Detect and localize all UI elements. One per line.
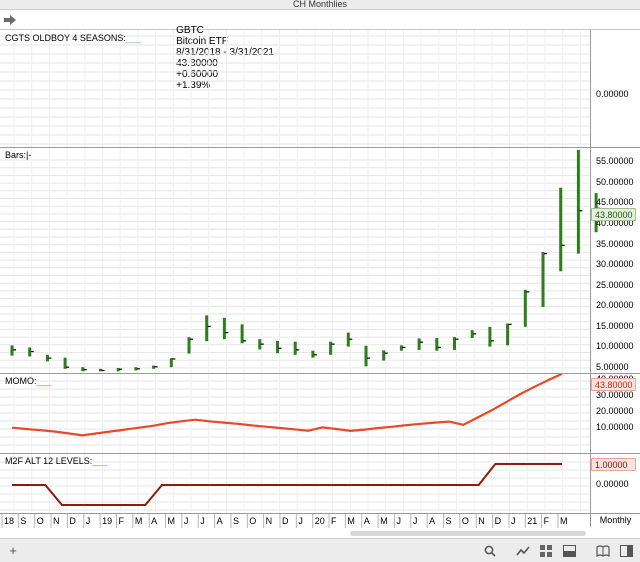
price-tick-label: 10.00000	[596, 341, 634, 352]
x-axis-label: M	[135, 516, 143, 526]
price-tick-label: 35.00000	[596, 238, 634, 249]
x-axis-label: J	[396, 516, 401, 526]
x-axis-label: A	[364, 516, 370, 526]
oldboy-label: CGTS OLDBOY 4 SEASONS:___	[5, 33, 141, 43]
x-axis-label: S	[446, 516, 452, 526]
add-icon[interactable]: +	[6, 544, 20, 558]
x-axis-label: D	[495, 516, 502, 526]
momo-label: MOMO:___	[5, 376, 52, 386]
x-axis-label: S	[20, 516, 26, 526]
m2f-tick: 0.00000	[596, 479, 629, 489]
x-axis-label: O	[37, 516, 44, 526]
sidebar-icon[interactable]	[620, 545, 633, 557]
x-axis-label: N	[478, 516, 485, 526]
x-axis-label: O	[249, 516, 256, 526]
x-axis-label: A	[217, 516, 223, 526]
x-axis-label: F	[118, 516, 124, 526]
momo-tick-label: 10.00000	[596, 422, 634, 432]
bottom-toolbar: +	[0, 538, 640, 562]
x-axis-label: M	[560, 516, 568, 526]
x-axis-top-line	[0, 513, 640, 514]
x-axis-labels: 18 S O N D J 19 F M A M J J A S O N D J 20 F M A M J J A S O N D J 21 F M	[1, 513, 568, 528]
m2f-panel: M2F ALT 12 LEVELS:___ 0.00000	[0, 453, 640, 513]
x-axis-label: N	[53, 516, 60, 526]
x-axis-label: J	[413, 516, 418, 526]
price-tick-label: 55.00000	[596, 156, 634, 167]
x-axis-label: J	[200, 516, 205, 526]
price-tick-label: 45.00000	[596, 197, 634, 208]
price-tick-label: 25.00000	[596, 279, 634, 290]
horizontal-scrollbar[interactable]	[350, 531, 586, 536]
x-axis-label: N	[266, 516, 273, 526]
x-axis-label: A	[429, 516, 435, 526]
search-icon[interactable]	[484, 545, 496, 557]
x-axis-label: 20	[315, 516, 325, 526]
panel-layout-icon[interactable]	[563, 545, 576, 557]
bars-label: Bars:|-	[5, 150, 32, 160]
x-axis-label: J	[86, 516, 91, 526]
momo-tick-label: 20.00000	[596, 406, 634, 416]
book-icon[interactable]	[596, 545, 610, 557]
x-axis-label: 18	[4, 516, 14, 526]
x-axis-label: J	[298, 516, 303, 526]
price-tick-label: 50.00000	[596, 176, 634, 187]
x-axis-label: M	[380, 516, 388, 526]
x-axis-label: S	[233, 516, 239, 526]
x-axis-label: J	[511, 516, 516, 526]
period-selector[interactable]: Monthly	[591, 514, 640, 527]
x-axis-label: F	[331, 516, 337, 526]
momo-panel: MOMO:___	[0, 373, 640, 453]
x-axis-label: D	[282, 516, 289, 526]
bars-panel: Bars:|-	[0, 147, 640, 373]
x-axis-label: O	[462, 516, 469, 526]
line-chart-icon[interactable]	[516, 545, 530, 557]
x-axis-label: J	[184, 516, 189, 526]
x-axis-label: A	[151, 516, 157, 526]
bars-last-price-tag: 43.80000	[591, 208, 636, 221]
x-axis-label: 19	[102, 516, 112, 526]
x-axis-label: 21	[527, 516, 537, 526]
price-tick-label: 15.00000	[596, 320, 634, 331]
x-axis-label: F	[544, 516, 550, 526]
price-tick-label: 20.00000	[596, 300, 634, 311]
oldboy-tick: 0.00000	[596, 89, 629, 99]
x-axis-label: M	[347, 516, 355, 526]
momo-last-tag: 43.80000	[591, 378, 636, 391]
grid-layout-icon[interactable]	[540, 545, 552, 557]
x-axis-label: D	[69, 516, 76, 526]
m2f-label: M2F ALT 12 LEVELS:___	[5, 456, 108, 466]
price-tick-label: 5.00000	[596, 362, 629, 372]
oldboy-panel: CGTS OLDBOY 4 SEASONS:___ 0.00000	[0, 30, 640, 147]
price-tick-label: 30.00000	[596, 259, 634, 270]
m2f-last-tag: 1.00000	[591, 458, 636, 471]
x-axis-label: M	[168, 516, 176, 526]
